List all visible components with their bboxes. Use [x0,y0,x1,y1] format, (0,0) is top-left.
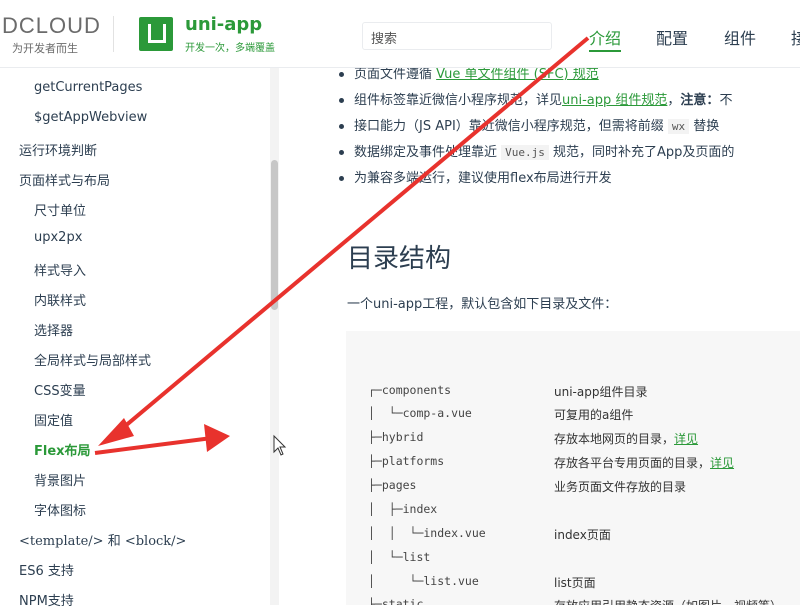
section-heading: 目录结构 [347,244,452,274]
sidebar-item-bg-image[interactable]: 背景图片 [34,470,86,489]
tree-path: ├─pages [368,478,417,492]
sidebar-item-units[interactable]: 尺寸单位 [34,200,86,219]
nav-api[interactable]: 接 [791,25,800,49]
sfc-spec-link[interactable]: Vue 单文件组件 (SFC) 规范 [436,68,599,82]
sidebar-item-upx2px[interactable]: upx2px [34,230,82,245]
top-header: DCLOUD 为开发者而生 uni-app 开发一次，多端覆盖 搜索 介绍 配置… [0,0,800,68]
tree-desc: list页面 [554,576,596,590]
sidebar-item-getcurrentpages[interactable]: getCurrentPages [34,80,142,95]
directory-tree-codeblock: ┌─components uni-app组件目录 │ └─comp-a.vue … [346,331,800,605]
list-item-text: 数据绑定及事件处理靠近 [354,145,502,160]
nav-components[interactable]: 组件 [724,25,756,49]
header-divider [113,16,114,52]
sidebar-item-inline-style[interactable]: 内联样式 [34,290,86,309]
tree-path: │ └─comp-a.vue [368,406,472,420]
tree-path: │ └─list.vue [368,574,479,588]
dcloud-slogan: 为开发者而生 [12,42,78,55]
tree-desc: 存放应用引用静态资源（如图片、视频等） [554,597,782,605]
uni-app-slogan: 开发一次，多端覆盖 [185,43,275,54]
tree-path: ┌─components [368,383,452,397]
main-content: 页面文件遵循 Vue 单文件组件 (SFC) 规范 组件标签靠近微信小程序规范，… [279,68,800,605]
tree-desc-text: 存放本地网页的目录， [554,432,675,446]
section-intro: 一个uni-app工程，默认包含如下目录及文件： [347,297,618,312]
tree-desc: 可复用的a组件 [554,408,634,422]
nav-config[interactable]: 配置 [656,25,688,49]
dcloud-logo-text: DCLOUD [2,13,101,38]
list-item-text: ， [667,93,681,108]
tree-desc-text: 存放各平台专用页面的目录， [554,456,711,470]
list-item: 接口能力（JS API）靠近微信小程序规范，但需将前缀 wx 替换 [338,119,734,146]
sidebar-item-css-vars[interactable]: CSS变量 [34,380,86,399]
list-item-text: 替换 [689,119,720,134]
tree-path: │ └─list [368,550,431,564]
inline-code: wx [667,119,690,134]
sidebar-item-es6[interactable]: ES6 支持 [19,560,74,579]
sidebar-item-template-block[interactable]: <template/> 和 <block/> [19,530,186,549]
uni-app-title[interactable]: uni-app [185,14,262,35]
sidebar: getCurrentPages $getAppWebview 运行环境判断 页面… [0,68,268,609]
sidebar-item-getappwebview[interactable]: $getAppWebview [34,110,147,125]
sidebar-item-font-icon[interactable]: 字体图标 [34,500,86,519]
list-item: 数据绑定及事件处理靠近 Vue.js 规范，同时补充了App及页面的 [338,145,735,172]
list-item-text: 规范，同时补充了App及页面的 [548,145,735,160]
list-item: 为兼容多端运行，建议使用flex布局进行开发 [338,171,734,198]
inline-code: Vue.js [501,145,549,160]
list-item-text: 不 [719,93,733,108]
list-item: 组件标签靠近微信小程序规范，详见uni-app 组件规范，注意：不 [338,93,734,120]
list-item-text: 为兼容多端运行，建议使用flex布局进行开发 [354,171,612,186]
tree-desc: 存放本地网页的目录，详见 [554,430,698,450]
platforms-detail-link[interactable]: 详见 [710,456,734,470]
list-item-text: 页面文件遵循 [354,68,437,82]
sidebar-item-env[interactable]: 运行环境判断 [19,140,97,159]
tree-path: │ │ └─index.vue [368,526,486,540]
sidebar-item-style-import[interactable]: 样式导入 [34,260,86,279]
search-input[interactable]: 搜索 [362,22,552,50]
list-item: 页面文件遵循 Vue 单文件组件 (SFC) 规范 [338,68,734,94]
feature-list: 页面文件遵循 Vue 单文件组件 (SFC) 规范 组件标签靠近微信小程序规范，… [338,68,735,198]
component-spec-link[interactable]: uni-app 组件规范 [562,93,667,108]
sidebar-item-global-local[interactable]: 全局样式与局部样式 [34,350,151,369]
sidebar-item-fixed-value[interactable]: 固定值 [34,410,73,429]
sidebar-item-flex[interactable]: Flex布局 [34,440,91,459]
tree-desc: 存放各平台专用页面的目录，详见 [554,454,734,474]
note-label: 注意： [680,93,720,108]
tree-desc: index页面 [554,528,611,542]
list-item-text: 组件标签靠近微信小程序规范，详见 [354,93,563,108]
tree-desc: 业务页面文件存放的目录 [554,480,687,494]
list-item-text: 接口能力（JS API）靠近微信小程序规范，但需将前缀 [354,119,668,134]
tree-desc: uni-app组件目录 [554,385,648,399]
nav-intro[interactable]: 介绍 [589,25,622,52]
tree-path: │ ├─index [368,502,438,516]
tree-path: ├─static [368,597,424,605]
sidebar-item-npm[interactable]: NPM支持 [19,590,74,609]
hybrid-detail-link[interactable]: 详见 [674,432,698,446]
sidebar-scrollbar-thumb[interactable] [271,160,278,310]
dcloud-logo[interactable]: DCLOUD 为开发者而生 [0,14,110,56]
sidebar-item-style-layout[interactable]: 页面样式与布局 [19,170,110,189]
sidebar-scrollbar[interactable] [270,68,279,605]
tree-path: ├─platforms [368,454,445,468]
sidebar-item-selector[interactable]: 选择器 [34,320,73,339]
uni-app-logo-icon[interactable] [139,17,173,51]
tree-path: ├─hybrid [368,430,424,444]
